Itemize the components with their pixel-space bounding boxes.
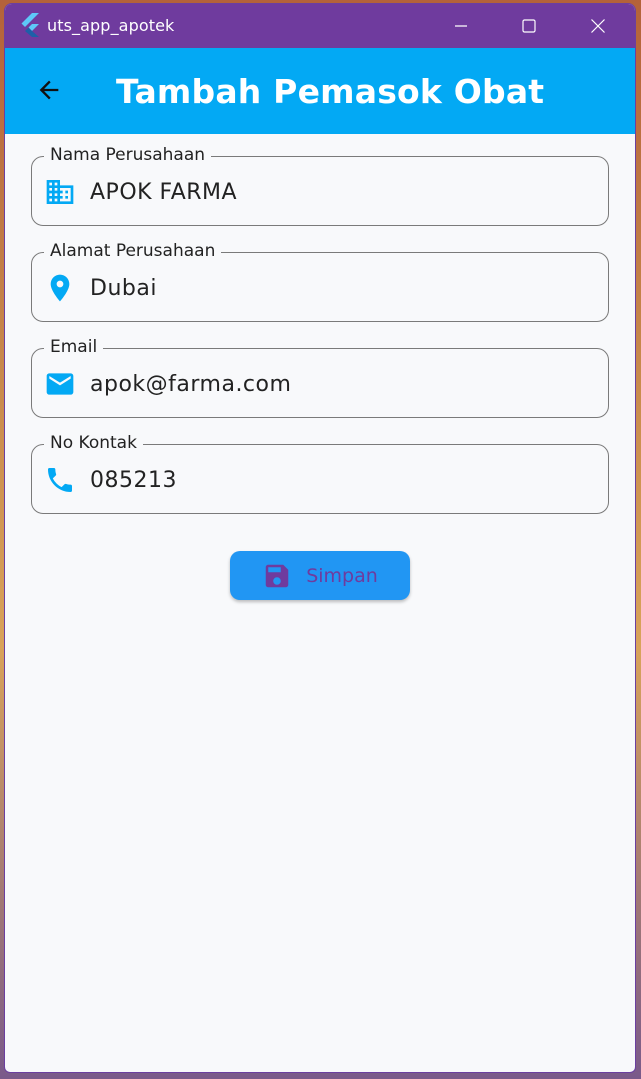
window-titlebar[interactable]: uts_app_apotek <box>5 4 635 48</box>
mail-icon <box>46 373 74 395</box>
company-name-input[interactable] <box>90 177 590 207</box>
window-title: uts_app_apotek <box>47 16 175 35</box>
company-address-field[interactable]: Alamat Perusahaan <box>31 241 609 322</box>
close-icon <box>591 19 605 33</box>
company-name-field[interactable]: Nama Perusahaan <box>31 145 609 226</box>
location-pin-icon <box>50 274 70 302</box>
company-name-label: Nama Perusahaan <box>44 145 212 165</box>
app-bar: Tambah Pemasok Obat <box>5 48 635 134</box>
company-address-label: Alamat Perusahaan <box>44 241 222 261</box>
minimize-icon <box>455 25 467 27</box>
building-icon <box>46 180 74 204</box>
maximize-icon <box>522 19 536 33</box>
save-button[interactable]: Simpan <box>230 551 410 600</box>
contact-number-input[interactable] <box>90 465 590 495</box>
email-label: Email <box>44 337 104 357</box>
phone-icon <box>48 468 72 492</box>
save-icon <box>265 564 289 587</box>
app-window: uts_app_apotek Tambah Pemasok Obat Nama … <box>4 3 636 1073</box>
email-input[interactable] <box>90 369 590 399</box>
email-field[interactable]: Email <box>31 337 609 418</box>
maximize-button[interactable] <box>495 4 563 48</box>
save-button-label: Simpan <box>306 564 378 587</box>
contact-number-field[interactable]: No Kontak <box>31 433 609 514</box>
page-title: Tambah Pemasok Obat <box>116 72 545 111</box>
close-button[interactable] <box>564 4 632 48</box>
minimize-button[interactable] <box>427 4 495 48</box>
back-button[interactable] <box>31 72 67 108</box>
flutter-logo-icon <box>21 13 39 37</box>
company-address-input[interactable] <box>90 273 590 303</box>
contact-number-label: No Kontak <box>44 433 143 453</box>
arrow-back-icon <box>39 80 59 100</box>
